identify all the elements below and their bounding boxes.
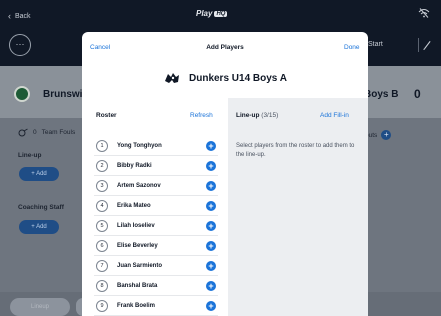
add-player-icon[interactable]: + <box>206 220 216 231</box>
add-player-icon[interactable]: + <box>206 160 216 171</box>
done-button[interactable]: Done <box>344 44 360 51</box>
player-number: 9 <box>96 299 108 312</box>
start-button[interactable]: Start <box>368 34 408 56</box>
add-player-icon[interactable]: + <box>206 300 216 311</box>
back-button[interactable]: ‹ Back <box>8 11 31 21</box>
player-name: Yong Tonghyon <box>117 142 162 149</box>
team-fouls-label: Team Fouls <box>41 129 76 136</box>
refresh-button[interactable]: Refresh <box>190 112 213 119</box>
player-number: 5 <box>96 219 108 232</box>
coaching-staff-label: Coaching Staff <box>18 204 64 211</box>
add-fill-in-button[interactable]: Add Fill-in <box>320 112 349 119</box>
lineup-heading-label: Line-up <box>236 112 260 119</box>
roster-player-row[interactable]: 7 Juan Sarmiento + <box>94 256 218 276</box>
lineup-section-label: Line-up <box>18 152 42 159</box>
team-logo-icon <box>165 73 179 83</box>
team-fouls: 0 Team Fouls <box>18 128 75 137</box>
player-number: 4 <box>96 199 108 212</box>
player-number: 8 <box>96 279 108 292</box>
chevron-left-icon: ‹ <box>8 11 11 21</box>
roster-player-row[interactable]: 3 Artem Sazonov + <box>94 176 218 196</box>
roster-panel: Roster Refresh 1 Yong Tonghyon + 2 Bibby… <box>82 98 228 316</box>
player-number: 1 <box>96 139 108 152</box>
app-logo-text: Play <box>196 9 213 18</box>
back-label: Back <box>15 12 31 20</box>
more-options-button[interactable]: ··· <box>9 34 31 56</box>
ellipsis-icon: ··· <box>15 39 25 49</box>
roster-player-row[interactable]: 5 Lilah Ioseliev + <box>94 216 218 236</box>
add-player-icon[interactable]: + <box>206 260 216 271</box>
player-number: 7 <box>96 259 108 272</box>
player-name: Frank Boelim <box>117 302 156 309</box>
player-name: Juan Sarmiento <box>117 262 163 269</box>
away-team-name: Boys B <box>364 89 399 100</box>
team-fouls-count: 0 <box>33 129 37 136</box>
add-player-icon[interactable]: + <box>206 180 216 191</box>
add-player-icon[interactable]: + <box>206 280 216 291</box>
wifi-off-icon <box>418 8 430 18</box>
add-coach-label: Add <box>36 224 47 230</box>
lineup-empty-hint: Select players from the roster to add th… <box>236 143 355 158</box>
lineup-panel: Line-up (3/15) Add Fill-in Select player… <box>228 98 368 316</box>
app-logo: Play HQ <box>196 9 228 18</box>
player-name: Lilah Ioseliev <box>117 222 155 229</box>
add-players-modal: Cancel Add Players Done Dunkers U14 Boys… <box>82 32 368 316</box>
plus-icon: + <box>31 171 35 177</box>
player-number: 3 <box>96 179 108 192</box>
add-coach-button[interactable]: + Add <box>19 220 59 234</box>
roster-player-row[interactable]: 6 Elise Beverley + <box>94 236 218 256</box>
away-team-score: 0 <box>414 87 421 101</box>
app-logo-badge: HQ <box>214 10 228 17</box>
player-name: Artem Sazonov <box>117 182 161 189</box>
add-player-icon[interactable]: + <box>206 240 216 251</box>
roster-player-row[interactable]: 4 Erika Mateo + <box>94 196 218 216</box>
team-header: Dunkers U14 Boys A <box>82 68 368 88</box>
lineup-count: (3/15) <box>261 112 279 119</box>
add-player-icon[interactable]: + <box>206 200 216 211</box>
home-team-logo <box>14 86 30 102</box>
pencil-icon[interactable] <box>418 38 432 52</box>
plus-icon: + <box>31 224 35 230</box>
add-player-icon[interactable]: + <box>206 140 216 151</box>
modal-title: Add Players <box>206 44 244 51</box>
roster-player-row[interactable]: 9 Frank Boelim + <box>94 296 218 316</box>
add-timeout-icon[interactable]: + <box>381 130 392 140</box>
player-name: Bibby Radki <box>117 162 152 169</box>
player-number: 2 <box>96 159 108 172</box>
roster-player-row[interactable]: 8 Banshal Brata + <box>94 276 218 296</box>
whistle-icon <box>18 128 28 137</box>
add-lineup-button[interactable]: + Add <box>19 167 59 181</box>
player-number: 6 <box>96 239 108 252</box>
roster-list: 1 Yong Tonghyon + 2 Bibby Radki + 3 Arte… <box>94 136 218 316</box>
team-name: Dunkers U14 Boys A <box>189 72 287 84</box>
lineup-heading: Line-up (3/15) <box>236 112 278 119</box>
roster-heading: Roster <box>96 112 117 119</box>
player-name: Erika Mateo <box>117 202 151 209</box>
add-lineup-label: Add <box>36 171 47 177</box>
modal-header: Cancel Add Players Done <box>82 32 368 64</box>
roster-player-row[interactable]: 1 Yong Tonghyon + <box>94 136 218 156</box>
roster-player-row[interactable]: 2 Bibby Radki + <box>94 156 218 176</box>
player-name: Banshal Brata <box>117 282 158 289</box>
timeouts: outs + <box>365 130 392 140</box>
player-name: Elise Beverley <box>117 242 158 249</box>
bottom-pill-lineup[interactable]: Lineup <box>10 298 70 316</box>
